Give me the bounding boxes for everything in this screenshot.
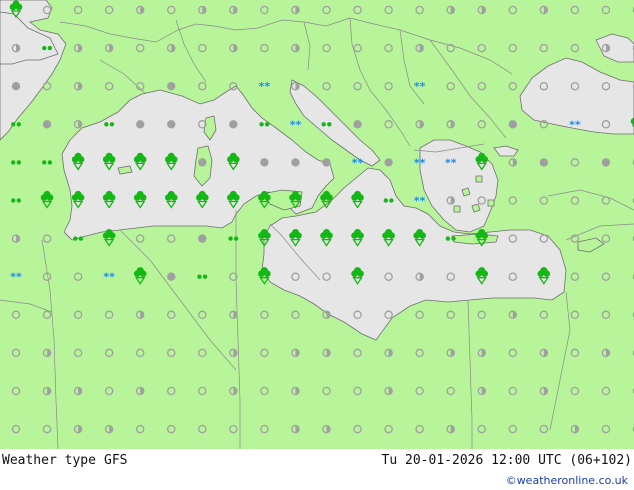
weather-symbol — [260, 158, 269, 167]
weather-symbol — [42, 120, 52, 129]
svg-text:**: ** — [103, 271, 115, 284]
svg-text:**: ** — [290, 118, 302, 131]
svg-text:**: ** — [414, 80, 426, 93]
weather-symbol — [167, 272, 176, 281]
weather-symbol: ** — [414, 156, 426, 169]
svg-text:**: ** — [10, 271, 22, 284]
weather-symbol: ** — [352, 156, 364, 169]
weather-symbol: ** — [569, 118, 581, 131]
valid-time: Tu 20-01-2026 12:00 UTC (06+102) — [381, 453, 632, 468]
weather-symbol: ** — [103, 271, 115, 284]
weather-symbol — [508, 120, 517, 129]
weather-symbol — [229, 120, 238, 129]
weather-map-svg: ** ** ** ** ** ** ** ** ** ** — [0, 0, 634, 450]
weather-symbol — [11, 82, 21, 91]
weather-symbol: ** — [259, 80, 271, 93]
svg-text:**: ** — [414, 156, 426, 169]
weather-symbol: ** — [290, 118, 302, 131]
weather-symbol: ** — [414, 195, 426, 208]
svg-text:**: ** — [445, 156, 457, 169]
weather-symbol — [198, 234, 207, 243]
weather-symbol: ** — [445, 156, 457, 169]
weather-symbol — [167, 120, 176, 129]
weather-symbol: ** — [10, 271, 22, 284]
weather-map: ** ** ** ** ** ** ** ** ** ** — [0, 0, 634, 450]
weather-symbol: ** — [414, 80, 426, 93]
weather-symbol — [198, 158, 207, 167]
weather-symbol — [539, 158, 549, 167]
model-name: GFS — [104, 453, 128, 468]
svg-text:**: ** — [569, 118, 581, 131]
weather-symbol — [291, 158, 300, 167]
weather-symbol — [322, 158, 331, 167]
weather-symbol — [136, 120, 145, 129]
weather-symbol — [167, 82, 176, 91]
svg-text:**: ** — [414, 195, 426, 208]
map-title: Weather type — [2, 453, 96, 468]
weather-symbol — [384, 158, 393, 167]
crete — [451, 233, 499, 245]
svg-text:**: ** — [259, 80, 271, 93]
map-footer: Weather type GFS Tu 20-01-2026 12:00 UTC… — [0, 449, 634, 490]
svg-text:**: ** — [352, 156, 364, 169]
credit-link[interactable]: ©weatheronline.co.uk — [506, 474, 628, 487]
weather-symbol — [601, 158, 611, 167]
weather-symbol — [353, 120, 362, 129]
